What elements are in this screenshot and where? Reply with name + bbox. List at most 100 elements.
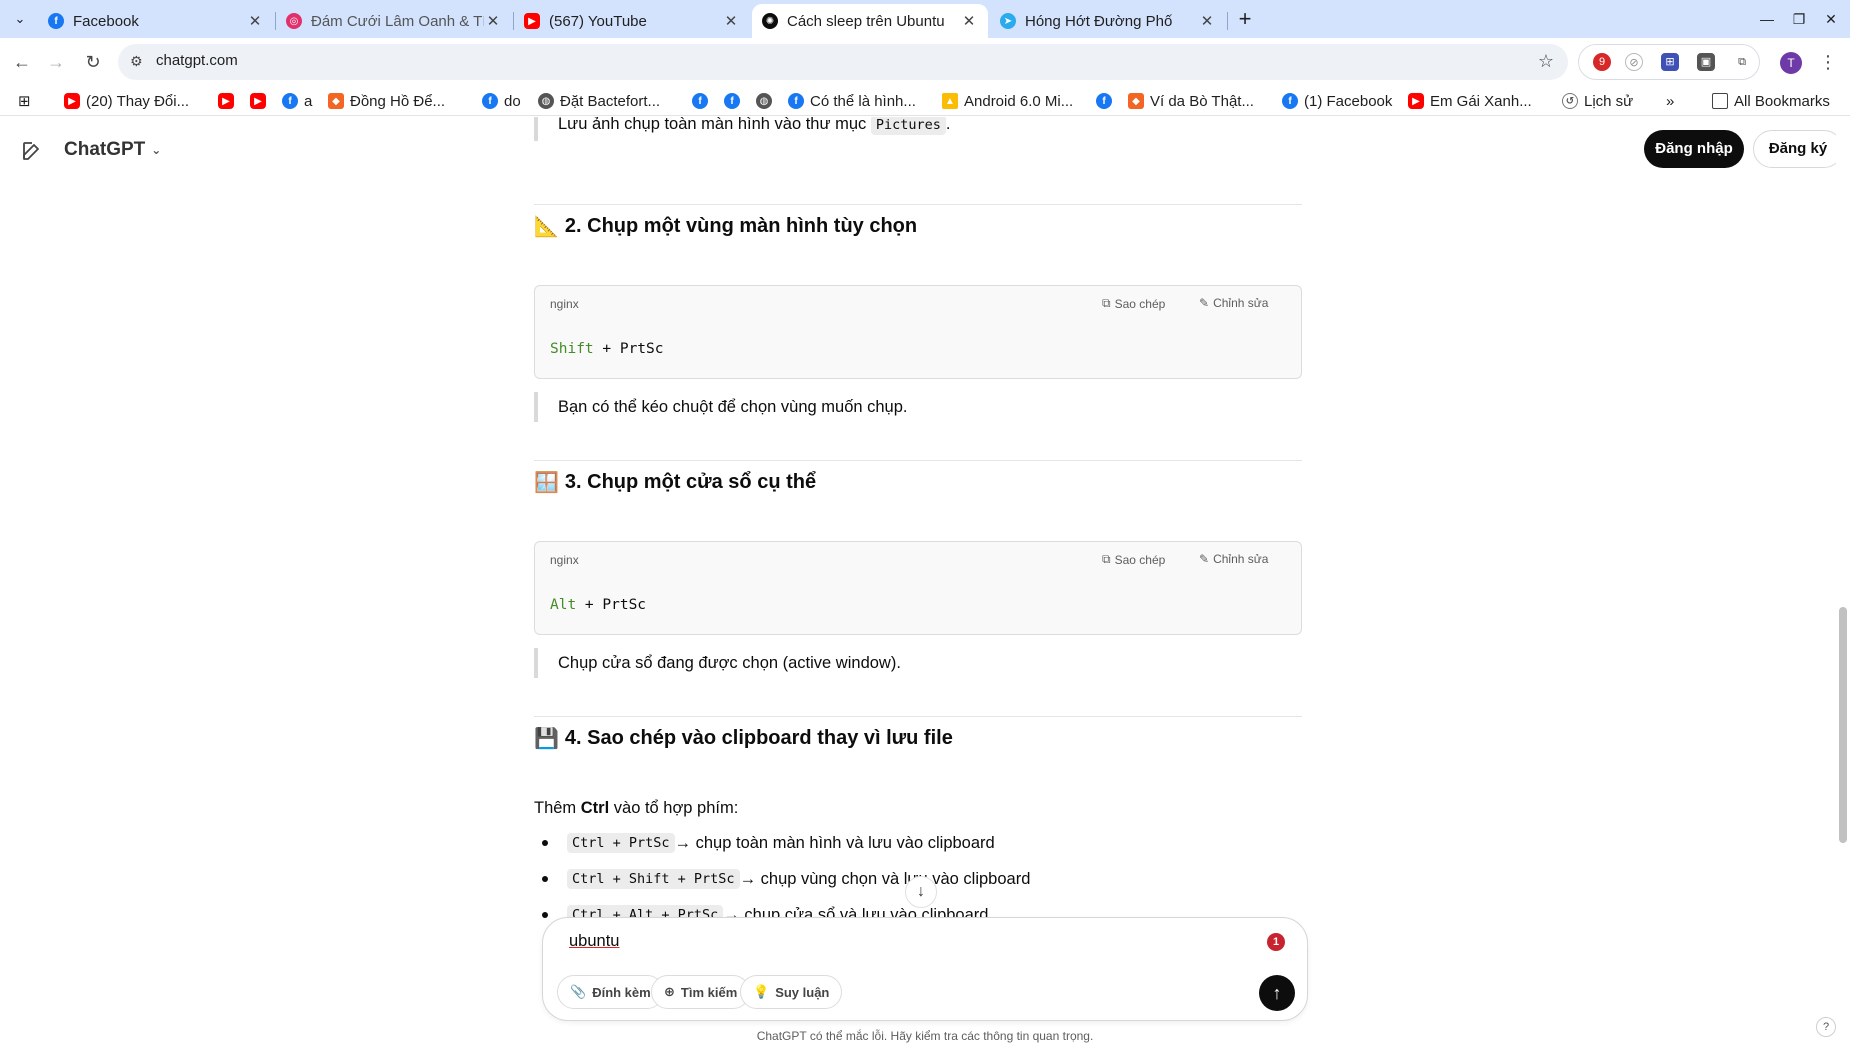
address-bar[interactable]: ⚙ chatgpt.com ☆ (118, 44, 1568, 80)
list-item: Ctrl + PrtSc → chụp toàn màn hình và lưu… (534, 833, 995, 853)
bookmark-item[interactable]: f (724, 91, 746, 111)
profile-avatar[interactable]: T (1780, 52, 1802, 74)
extensions-puzzle-icon[interactable]: ⧉ (1733, 53, 1751, 71)
bookmark-item[interactable]: ▲ Android 6.0 Mi... (942, 91, 1073, 111)
bookmark-star-icon[interactable]: ☆ (1538, 51, 1554, 72)
model-selector[interactable]: ChatGPT ⌄ (64, 139, 161, 161)
bullet (542, 840, 548, 846)
tab-strip: ⌄ f Facebook ✕ ◎ Đám Cưới Lâm Oanh & Tí … (0, 0, 1850, 38)
code-rest: + PrtSc (576, 597, 647, 613)
close-icon[interactable]: ✕ (246, 12, 264, 30)
login-button[interactable]: Đăng nhập (1644, 130, 1744, 168)
bookmark-item[interactable]: fa (282, 91, 312, 111)
history-icon: ↺ (1562, 93, 1578, 109)
scroll-down-arrow-icon[interactable]: ↓ (905, 876, 937, 908)
screenshot-extension-icon[interactable]: ▣ (1697, 53, 1715, 71)
copy-code-button[interactable]: ⧉ Sao chép (1102, 552, 1165, 567)
bookmark-item[interactable]: ◍ Đặt Bactefort... (538, 91, 660, 111)
tab-telegram[interactable]: ➤ Hóng Hớt Đường Phố ✕ (990, 4, 1226, 38)
list-item: Ctrl + Shift + PrtSc → chụp vùng chọn và… (534, 869, 1030, 889)
bookmark-label: (1) Facebook (1304, 92, 1393, 110)
signup-button[interactable]: Đăng ký (1753, 130, 1843, 168)
inline-code: Pictures (870, 117, 946, 135)
bookmark-label: Đồng Hồ Để... (350, 92, 446, 110)
bookmark-item[interactable]: ◆ Ví da Bò Thật... (1128, 91, 1254, 111)
code-block: nginx ⧉ Sao chép ✎ Chỉnh sửa Alt + PrtSc (534, 541, 1302, 635)
forward-arrow-icon[interactable]: → (42, 48, 70, 76)
bookmarks-overflow-icon[interactable]: » (1666, 91, 1674, 111)
reason-button[interactable]: 💡 Suy luận (740, 975, 843, 1009)
instagram-icon: ◎ (286, 13, 302, 29)
brand-title: ChatGPT (64, 139, 146, 160)
restore-icon[interactable]: ❐ (1787, 7, 1811, 31)
bookmark-item[interactable]: ▶ Em Gái Xanh... (1408, 91, 1532, 111)
bookmark-item[interactable]: f (692, 91, 714, 111)
tab-search-chevron-icon[interactable]: ⌄ (8, 7, 32, 31)
close-icon[interactable]: ✕ (484, 12, 502, 30)
bookmark-label: Đặt Bactefort... (560, 92, 661, 110)
heading-text: 2. Chụp một vùng màn hình tùy chọn (564, 214, 918, 237)
page-scrollbar[interactable] (1836, 117, 1850, 1053)
reload-icon[interactable]: ↻ (79, 48, 107, 76)
pencil-icon: ✎ (1199, 552, 1210, 566)
bookmark-item[interactable]: ◆ Đồng Hồ Để... (328, 91, 445, 111)
new-tab-plus-icon[interactable]: + (1232, 6, 1258, 32)
url-text[interactable]: chatgpt.com (156, 52, 238, 69)
code-keyword: Shift (550, 341, 594, 357)
bookmark-item[interactable]: ◍ (756, 91, 778, 111)
globe-icon: ◍ (538, 93, 554, 109)
scrollbar-thumb[interactable] (1839, 607, 1847, 843)
site-info-icon[interactable]: ⚙ (130, 53, 143, 70)
browser-menu-icon[interactable]: ⋮ (1816, 48, 1840, 76)
orange-site-icon: ◆ (1128, 93, 1144, 109)
help-icon[interactable]: ? (1816, 1017, 1836, 1037)
triangle-ruler-icon: 📐 (534, 215, 559, 238)
window-icon: 🪟 (534, 471, 559, 494)
floppy-disk-icon: 💾 (534, 727, 559, 750)
tab-chatgpt-active[interactable]: ✺ Cách sleep trên Ubuntu ✕ (752, 4, 988, 38)
section-heading: 📐 2. Chụp một vùng màn hình tùy chọn (534, 211, 917, 241)
apps-grid-icon[interactable]: ⊞ (18, 91, 31, 111)
youtube-icon: ▶ (64, 93, 80, 109)
lightbulb-icon: 💡 (753, 984, 770, 999)
bookmark-item[interactable]: f Có thể là hình... (788, 91, 916, 111)
tab-facebook[interactable]: f Facebook ✕ (38, 4, 274, 38)
close-icon[interactable]: ✕ (722, 12, 740, 30)
tab-wedding[interactable]: ◎ Đám Cưới Lâm Oanh & Tí ✕ (276, 4, 512, 38)
bookmark-item[interactable]: f do (482, 91, 521, 111)
tab-divider (1227, 12, 1228, 30)
minimize-icon[interactable]: — (1755, 7, 1779, 31)
send-arrow-icon[interactable]: ↑ (1259, 975, 1295, 1011)
all-bookmarks-folder[interactable]: All Bookmarks (1712, 91, 1830, 111)
search-button[interactable]: ⊕ Tìm kiếm (651, 975, 751, 1009)
compass-extension-icon[interactable]: ⊘ (1625, 53, 1643, 71)
telegram-icon: ➤ (1000, 13, 1016, 29)
close-icon[interactable]: ✕ (1198, 12, 1216, 30)
bookmark-item[interactable]: f (1096, 91, 1118, 111)
back-arrow-icon[interactable]: ← (8, 48, 36, 76)
bookmark-item[interactable]: ▶ (20) Thay Đổi... (64, 91, 189, 111)
close-icon[interactable]: ✕ (960, 12, 978, 30)
bookmark-item[interactable]: ▶ (250, 91, 272, 111)
prompt-input[interactable]: ubuntu (569, 932, 619, 951)
extension-badge-icon[interactable]: 9 (1593, 53, 1611, 71)
code-block: nginx ⧉ Sao chép ✎ Chỉnh sửa Shift + PrtSc (534, 285, 1302, 379)
inline-code: Ctrl + PrtSc (567, 833, 675, 853)
edit-code-button[interactable]: ✎ Chỉnh sửa (1199, 296, 1268, 310)
grammar-badge[interactable]: 1 (1267, 933, 1285, 951)
tab-title: Hóng Hớt Đường Phố (1025, 12, 1173, 30)
chatgpt-icon: ✺ (762, 13, 778, 29)
translate-extension-icon[interactable]: ⊞ (1661, 53, 1679, 71)
bookmark-item[interactable]: ▶ (218, 91, 240, 111)
attach-button[interactable]: 📎 Đính kèm (557, 975, 664, 1009)
facebook-icon: f (282, 93, 298, 109)
bookmark-item[interactable]: f (1) Facebook (1282, 91, 1392, 111)
bookmark-item[interactable]: ↺ Lịch sử (1562, 91, 1633, 111)
copy-code-button[interactable]: ⧉ Sao chép (1102, 296, 1165, 311)
edit-code-button[interactable]: ✎ Chỉnh sửa (1199, 552, 1268, 566)
bookmark-label: Android 6.0 Mi... (964, 92, 1074, 110)
window-close-icon[interactable]: ✕ (1819, 7, 1843, 31)
facebook-icon: f (788, 93, 804, 109)
new-chat-icon[interactable] (20, 139, 44, 163)
tab-youtube[interactable]: ▶ (567) YouTube ✕ (514, 4, 750, 38)
